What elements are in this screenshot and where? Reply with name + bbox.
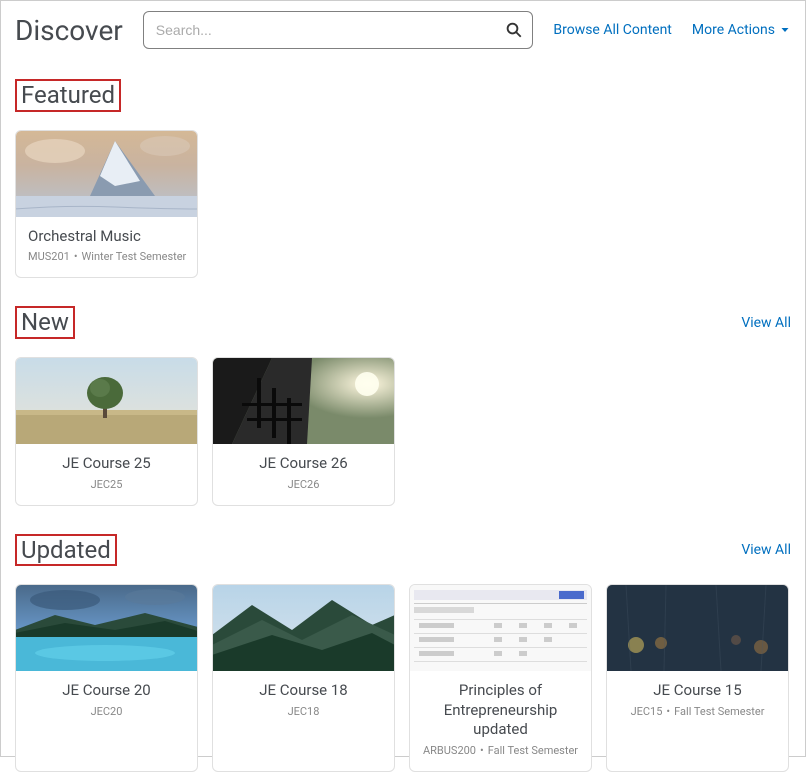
course-card[interactable]: JE Course 15 JEC15•Fall Test Semester: [606, 584, 789, 772]
search-input[interactable]: [143, 11, 534, 49]
section-updated: Updated View All JE Co: [15, 534, 791, 772]
course-code: JEC20: [24, 705, 189, 718]
section-title-featured: Featured: [15, 79, 121, 112]
card-title: JE Course 25: [24, 454, 189, 474]
section-title-new: New: [15, 306, 75, 339]
course-code: JEC25: [24, 478, 189, 491]
card-title: Orchestral Music: [28, 227, 189, 247]
card-title: JE Course 18: [221, 681, 386, 701]
header: Discover Browse All Content More Actions: [15, 11, 791, 49]
course-term: Winter Test Semester: [82, 250, 187, 263]
course-card[interactable]: JE Course 26 JEC26: [212, 357, 395, 506]
card-meta: ARBUS200•Fall Test Semester: [418, 744, 583, 757]
new-cards: JE Course 25 JEC25: [15, 357, 791, 506]
search-icon[interactable]: [505, 21, 523, 39]
course-thumbnail: [16, 585, 197, 671]
course-thumbnail: [16, 358, 197, 444]
course-code: ARBUS200: [423, 744, 476, 757]
updated-cards: JE Course 20 JEC20 JE Course 18: [15, 584, 791, 772]
card-meta: JEC15•Fall Test Semester: [615, 705, 780, 718]
course-term: Fall Test Semester: [488, 744, 578, 757]
search-wrap: [143, 11, 534, 49]
course-card[interactable]: JE Course 25 JEC25: [15, 357, 198, 506]
card-body: JE Course 18 JEC18: [213, 671, 394, 732]
card-title: JE Course 20: [24, 681, 189, 701]
card-body: JE Course 20 JEC20: [16, 671, 197, 732]
view-all-updated[interactable]: View All: [741, 542, 791, 558]
chevron-down-icon: [779, 24, 791, 36]
card-title: Principles of Entrepreneurship updated: [418, 681, 583, 740]
section-new: New View All JE Course 25 JE: [15, 306, 791, 505]
card-body: JE Course 26 JEC26: [213, 444, 394, 505]
course-code: MUS201: [28, 250, 70, 263]
course-card[interactable]: JE Course 20 JEC20: [15, 584, 198, 772]
course-card[interactable]: Principles of Entrepreneurship updated A…: [409, 584, 592, 772]
course-code: JEC15: [631, 705, 663, 718]
section-title-updated: Updated: [15, 534, 117, 567]
course-term: Fall Test Semester: [674, 705, 764, 718]
card-body: Orchestral Music MUS201•Winter Test Seme…: [16, 217, 197, 278]
card-body: Principles of Entrepreneurship updated A…: [410, 671, 591, 771]
section-header: Updated View All: [15, 534, 791, 567]
section-header: Featured: [15, 79, 791, 112]
more-actions-label: More Actions: [692, 22, 775, 38]
card-title: JE Course 15: [615, 681, 780, 701]
browse-all-link[interactable]: Browse All Content: [553, 22, 672, 38]
course-thumbnail: [410, 585, 591, 671]
card-body: JE Course 25 JEC25: [16, 444, 197, 505]
course-thumbnail: [607, 585, 788, 671]
featured-cards: Orchestral Music MUS201•Winter Test Seme…: [15, 130, 791, 279]
more-actions-button[interactable]: More Actions: [692, 22, 791, 38]
course-thumbnail: [213, 585, 394, 671]
card-body: JE Course 15 JEC15•Fall Test Semester: [607, 671, 788, 732]
section-header: New View All: [15, 306, 791, 339]
course-thumbnail: [16, 131, 197, 217]
course-code: JEC26: [221, 478, 386, 491]
card-meta: MUS201•Winter Test Semester: [28, 250, 189, 263]
page-title: Discover: [15, 14, 123, 47]
course-thumbnail: [213, 358, 394, 444]
section-featured: Featured: [15, 79, 791, 278]
course-card[interactable]: Orchestral Music MUS201•Winter Test Seme…: [15, 130, 198, 279]
card-title: JE Course 26: [221, 454, 386, 474]
course-code: JEC18: [221, 705, 386, 718]
view-all-new[interactable]: View All: [741, 315, 791, 331]
course-card[interactable]: JE Course 18 JEC18: [212, 584, 395, 772]
